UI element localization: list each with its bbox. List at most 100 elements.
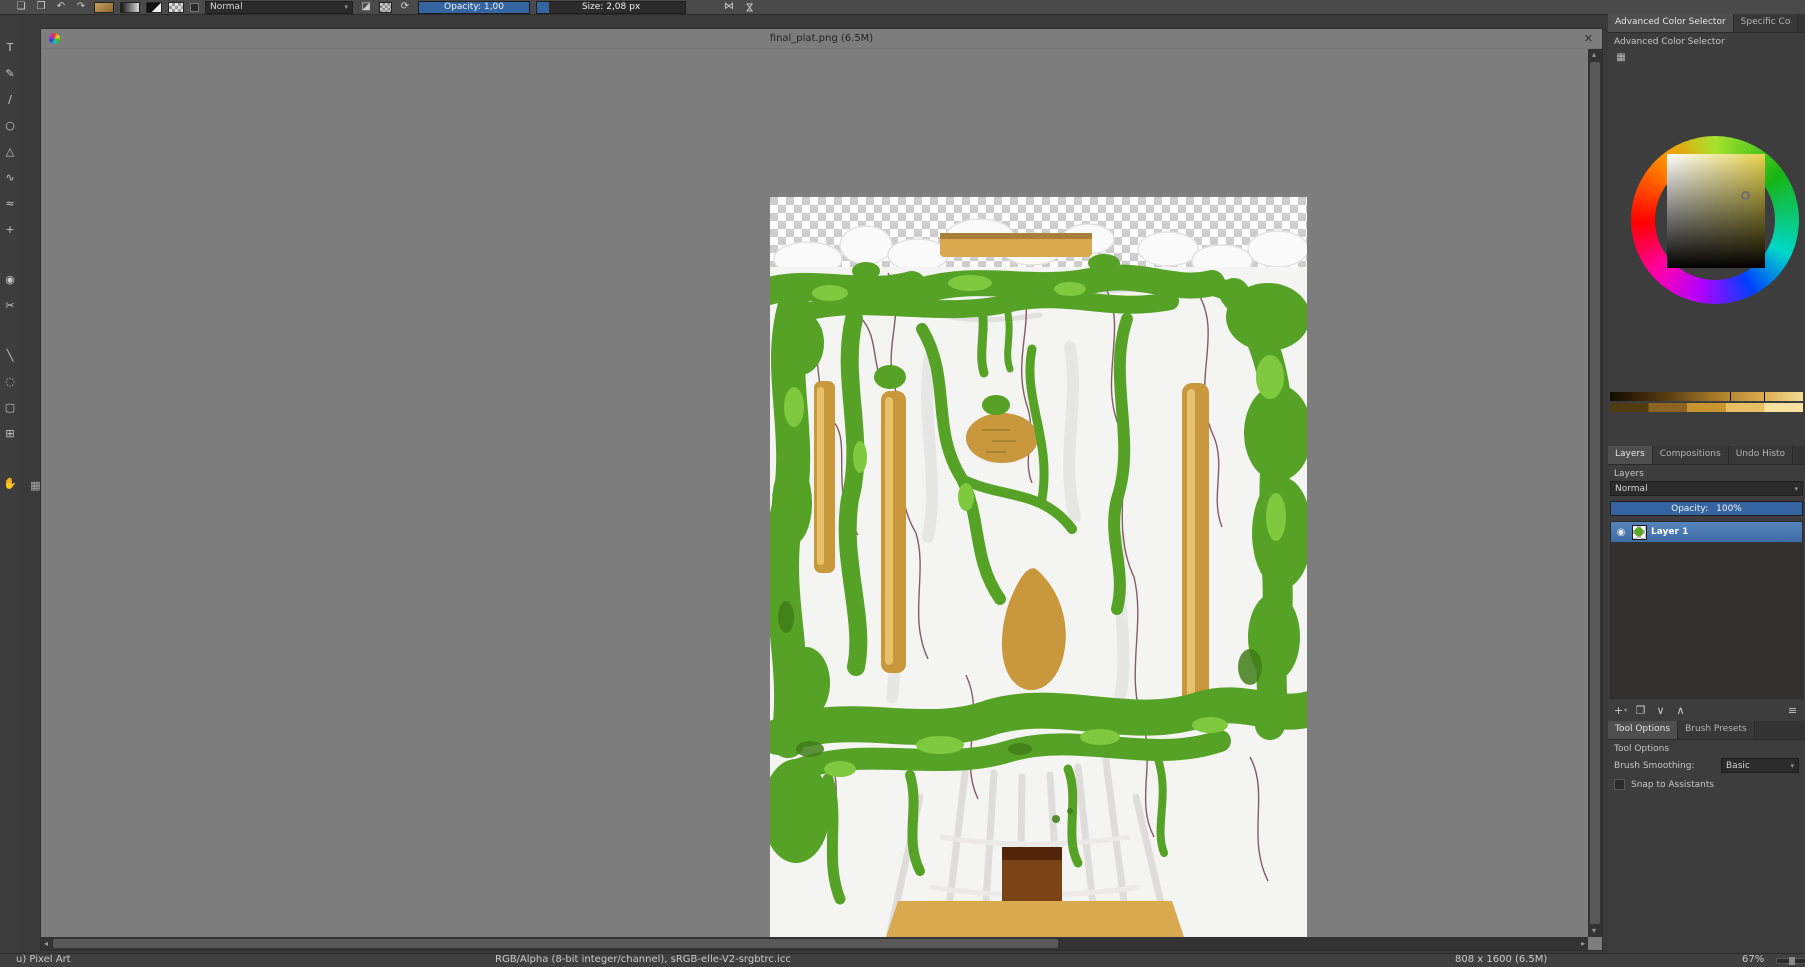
vertical-scrollbar-thumb[interactable] [1590, 62, 1600, 924]
brush-smoothing-row: Brush Smoothing: Basic ▾ [1608, 755, 1805, 776]
contiguous-selection-tool-button[interactable]: ▢ [1, 398, 19, 416]
scroll-down-icon[interactable]: ▾ [1592, 927, 1596, 935]
artwork-image [748, 197, 1328, 937]
scroll-left-icon[interactable]: ◂ [44, 940, 48, 948]
zoom-slider-knob[interactable] [1789, 957, 1795, 965]
brush-size-label: Size: [581, 2, 604, 12]
canvas-viewport[interactable] [41, 49, 1588, 937]
redo-icon[interactable]: ↷ [74, 1, 88, 14]
transform-tool-button[interactable]: ⊞ [1, 424, 19, 442]
tab-compositions[interactable]: Compositions [1652, 446, 1729, 464]
snap-to-assistants-row: Snap to Assistants [1608, 776, 1805, 793]
open-document-icon[interactable]: ❐ [34, 1, 48, 14]
undo-icon[interactable]: ↶ [54, 1, 68, 14]
layer-buttons-row: + ▾ ❐ ∨ ∧ ≡ [1608, 699, 1805, 721]
brush-size-slider-fill [537, 1, 549, 13]
mirror-vertical-icon[interactable]: ⋈ [743, 0, 756, 14]
shade-tick [1764, 392, 1766, 401]
line-tool-button[interactable]: ∕ [1, 90, 19, 108]
zoom-slider[interactable] [1776, 957, 1805, 965]
tab-specific-color-selector[interactable]: Specific Co [1733, 14, 1799, 32]
close-icon[interactable]: ✕ [1584, 32, 1593, 45]
add-layer-button[interactable]: + ▾ [1612, 702, 1629, 719]
color-selector-settings-icon[interactable]: ▦ [1613, 50, 1629, 64]
layer-blending-mode-value: Normal [1615, 483, 1648, 494]
tab-advanced-color-selector[interactable]: Advanced Color Selector [1608, 14, 1734, 32]
eraser-mode-icon[interactable]: ◪ [359, 1, 373, 14]
statusbar-image-size: 808 x 1600 (6.5M) [1455, 954, 1548, 965]
chevron-down-icon: ▾ [1624, 706, 1628, 714]
circular-selection-tool-button[interactable]: ◌ [1, 372, 19, 390]
foreground-background-swatch[interactable] [146, 1, 162, 13]
color-selector-tabs: Advanced Color Selector Specific Co [1608, 14, 1805, 33]
tab-undo-history[interactable]: Undo Histo [1728, 446, 1794, 464]
lower-layer-button[interactable]: ∨ [1652, 702, 1669, 719]
freehand-path-tool-button[interactable]: ≈ [1, 194, 19, 212]
raise-layer-button[interactable]: ∧ [1672, 702, 1689, 719]
statusbar: u) Pixel Art RGB/Alpha (8-bit integer/ch… [0, 953, 1805, 967]
subwindow-titlebar[interactable]: final_plat.png (6.5M) ✕ [41, 29, 1602, 49]
statusbar-color-profile: RGB/Alpha (8-bit integer/channel), sRGB-… [495, 954, 791, 965]
layer-opacity-slider[interactable]: Opacity: 100% [1610, 501, 1803, 516]
shade-selector-bar-1[interactable] [1610, 392, 1803, 401]
chevron-down-icon: ▾ [1790, 761, 1794, 770]
bezier-curve-tool-button[interactable]: ∿ [1, 168, 19, 186]
mirror-horizontal-icon[interactable]: ⋈ [722, 1, 736, 14]
new-document-icon[interactable]: ❏ [14, 1, 28, 14]
vertical-scrollbar[interactable]: ▴ ▾ [1588, 49, 1602, 937]
move-tool-button[interactable]: + [1, 220, 19, 238]
layer-list: ◉ Layer 1 [1610, 521, 1803, 699]
pattern-preview[interactable] [168, 1, 184, 13]
scroll-right-icon[interactable]: ▸ [1581, 940, 1585, 948]
opacity-label: Opacity: [444, 2, 482, 12]
color-indicator [1741, 191, 1750, 200]
statusbar-zoom-value: 67% [1742, 954, 1765, 965]
calligraphy-tool-button[interactable]: ✎ [1, 64, 19, 82]
dock-filler [1608, 793, 1805, 953]
opacity-value: 1,00 [483, 2, 504, 12]
document-title: final_plat.png (6.5M) [769, 33, 874, 44]
layer-properties-button[interactable]: ≡ [1784, 702, 1801, 719]
smart-patch-tool-button[interactable]: ✂ [1, 296, 19, 314]
brush-preset-preview[interactable] [94, 1, 114, 13]
horizontal-scrollbar-thumb[interactable] [53, 939, 1058, 948]
opacity-slider[interactable]: Opacity: 1,00 [418, 0, 530, 14]
layers-title: Layers [1614, 469, 1644, 479]
ellipse-tool-button[interactable]: ○ [1, 116, 19, 134]
scroll-up-icon[interactable]: ▴ [1592, 51, 1596, 59]
krita-logo-icon [49, 33, 60, 44]
shade-selector-bar-2[interactable] [1610, 403, 1803, 412]
right-dock-panel: Advanced Color Selector Specific Co Adva… [1608, 14, 1805, 953]
color-sampler-tool-button[interactable]: ◉ [1, 270, 19, 288]
duplicate-layer-button[interactable]: ❐ [1632, 702, 1649, 719]
pan-tool-button[interactable]: ✋ [1, 474, 19, 492]
layer-thumbnail [1632, 524, 1647, 540]
saturation-value-square[interactable] [1667, 154, 1765, 268]
hue-ring[interactable] [1631, 136, 1799, 304]
advanced-color-selector [1608, 64, 1805, 310]
layer-visibility-eye-icon[interactable]: ◉ [1614, 527, 1628, 538]
tab-brush-presets[interactable]: Brush Presets [1678, 721, 1755, 739]
tab-layers[interactable]: Layers [1608, 446, 1653, 464]
toolbox: T ✎ ∕ ○ △ ∿ ≈ + ◉ ✂ ╲ ◌ ▢ ⊞ ✋ [0, 16, 20, 953]
layer-row[interactable]: ◉ Layer 1 [1611, 522, 1802, 542]
blending-mode-value: Normal [210, 2, 243, 12]
tab-tool-options[interactable]: Tool Options [1608, 721, 1679, 739]
brush-smoothing-dropdown[interactable]: Basic ▾ [1721, 758, 1799, 773]
layer-blending-mode-dropdown[interactable]: Normal ▾ [1610, 481, 1803, 496]
pattern-toggle-checkbox[interactable] [190, 2, 199, 12]
reload-preset-icon[interactable]: ⟳ [398, 1, 412, 14]
gradient-tool-button[interactable]: ╲ [1, 346, 19, 364]
snap-to-assistants-checkbox[interactable] [1614, 779, 1625, 790]
polygon-tool-button[interactable]: △ [1, 142, 19, 160]
brush-size-value: 2,08 px [606, 2, 641, 12]
chevron-down-icon: ▾ [1794, 484, 1798, 493]
text-tool-button[interactable]: T [1, 38, 19, 56]
layer-name: Layer 1 [1651, 527, 1689, 537]
blending-mode-dropdown[interactable]: Normal ▾ [205, 0, 353, 14]
gradient-preview[interactable] [120, 1, 140, 13]
brush-size-slider[interactable]: Size: 2,08 px [536, 0, 686, 14]
canvas-artwork[interactable] [748, 197, 1328, 937]
preserve-alpha-icon[interactable] [379, 1, 392, 13]
horizontal-scrollbar[interactable]: ◂ ▸ [41, 937, 1588, 950]
